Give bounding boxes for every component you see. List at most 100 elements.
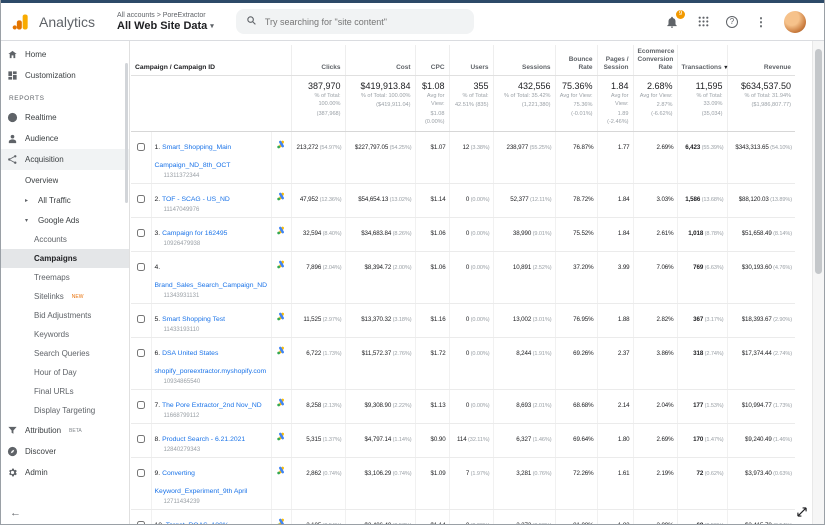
campaign-name-link[interactable]: Smart_Shopping_Main Campaign_ND_8th_OCT	[155, 144, 232, 169]
column-header-clicks[interactable]: Clicks	[290, 45, 346, 77]
campaign-name-link[interactable]: Campaign for 162495	[162, 230, 227, 237]
ad-platform-cell	[270, 131, 292, 184]
metric-cell: $54,654.13 (13.02%)	[344, 183, 416, 218]
sidebar-item-audience[interactable]: Audience	[1, 128, 129, 149]
metric-cell: $10,994.77 (1.73%)	[726, 389, 796, 424]
column-header-ecommerce-conversion-rate[interactable]: Ecommerce Conversion Rate	[632, 45, 678, 77]
metric-cell: 1.82	[596, 509, 634, 524]
metric-percent: (54.25%)	[388, 144, 412, 151]
ad-platform-cell	[270, 217, 292, 252]
sidebar-item-bid-adjustments[interactable]: Bid Adjustments	[1, 306, 129, 325]
row-checkbox[interactable]	[136, 194, 145, 203]
campaign-name-link[interactable]: Product Search - 6.21.2021	[162, 436, 245, 443]
row-checkbox[interactable]	[136, 314, 145, 323]
row-checkbox[interactable]	[136, 262, 145, 271]
sidebar-item-all-traffic[interactable]: ▸ All Traffic	[1, 190, 129, 210]
row-checkbox[interactable]	[136, 228, 145, 237]
row-checkbox-cell	[131, 303, 151, 338]
metric-cell: $13,370.32 (3.18%)	[344, 303, 416, 338]
sidebar-item-label: Discover	[25, 447, 57, 456]
metric-percent: (2.00%)	[391, 264, 412, 271]
column-header-bounce-rate[interactable]: Bounce Rate	[554, 45, 598, 77]
user-avatar[interactable]	[784, 10, 806, 33]
sidebar-item-treemaps[interactable]: Treemaps	[1, 268, 129, 287]
sidebar-item-hour-of-day[interactable]: Hour of Day	[1, 363, 129, 382]
campaign-name-link[interactable]: TOF - SCAG - US_ND	[162, 196, 230, 203]
sidebar-item-display-targeting[interactable]: Display Targeting	[1, 401, 129, 420]
metric-cell: 2,273 (0.53%)	[492, 509, 556, 524]
sidebar-item-attribution[interactable]: Attribution BETA	[1, 420, 129, 441]
sidebar-item-search-queries[interactable]: Search Queries	[1, 344, 129, 363]
metric-value: 3,281	[516, 469, 532, 477]
column-header-sessions[interactable]: Sessions	[492, 45, 556, 77]
column-header-cpc[interactable]: CPC	[414, 45, 450, 77]
column-header-pages-session[interactable]: Pages / Session	[596, 45, 634, 77]
sidebar-item-acquisition[interactable]: Acquisition	[1, 149, 129, 170]
metric-value: 8,244	[516, 349, 532, 357]
more-options-icon[interactable]: ⋮	[753, 14, 769, 30]
search-input[interactable]	[264, 16, 464, 27]
campaign-name-link[interactable]: Target_ROAS_180%	[166, 522, 229, 524]
sidebar-scrollbar[interactable]	[125, 63, 128, 203]
row-checkbox[interactable]	[136, 468, 145, 477]
sidebar-item-google-ads[interactable]: ▾ Google Ads	[1, 210, 129, 230]
column-header-transactions[interactable]: Transactions ▼	[676, 45, 729, 77]
row-checkbox[interactable]	[136, 434, 145, 443]
row-index: 7.	[154, 401, 162, 409]
sidebar-item-accounts[interactable]: Accounts	[1, 230, 129, 249]
scrollbar-thumb[interactable]	[815, 49, 822, 274]
sidebar-item-keywords[interactable]: Keywords	[1, 325, 129, 344]
metric-cell: 1,018 (8.78%)	[676, 217, 728, 252]
help-icon[interactable]: ?	[726, 15, 738, 28]
column-header-cost[interactable]: Cost	[344, 45, 416, 77]
column-header-row: Campaign / Campaign ID Clicks Cost CPC User…	[131, 45, 796, 77]
campaign-name-link[interactable]: The Pore Extractor_2nd Nov_ND	[162, 402, 262, 409]
row-checkbox[interactable]	[136, 520, 145, 524]
notifications-bell-icon[interactable]: 9	[664, 9, 685, 30]
metric-cell: 76.87%	[554, 131, 598, 184]
total-transactions: 11,595% of Total: 33.09% (35,034)	[676, 75, 728, 132]
metric-percent: (6.63%)	[703, 264, 724, 271]
collapse-sidebar-icon[interactable]: ←	[10, 507, 21, 519]
admin-icon	[7, 467, 19, 479]
metric-cell: $1.09	[414, 457, 450, 510]
metric-value: 3.99	[617, 263, 630, 271]
analytics-logo-icon[interactable]	[11, 12, 31, 32]
total-value: 355	[473, 81, 489, 92]
campaign-name-link[interactable]: Converting Keyword_Experiment_9th April	[155, 470, 248, 495]
table-row: 1. Smart_Shopping_Main Campaign_ND_8th_O…	[131, 131, 796, 184]
search-bar[interactable]	[235, 9, 474, 34]
sidebar-item-sitelinks[interactable]: Sitelinks NEW	[1, 287, 129, 306]
metric-cell: 0 (0.00%)	[448, 337, 494, 390]
metric-cell: 3.03%	[632, 183, 678, 218]
sidebar-item-customization[interactable]: Customization	[1, 65, 129, 86]
sidebar-item-label: Admin	[25, 468, 48, 477]
campaign-name-link[interactable]: Smart Shopping Test	[162, 316, 225, 323]
column-header-revenue[interactable]: Revenue	[726, 45, 796, 77]
property-selector[interactable]: All accounts > PoreExtractor All Web Sit…	[117, 11, 214, 32]
metric-percent: (2.90%)	[771, 316, 793, 323]
sidebar-item-discover[interactable]: Discover	[1, 441, 129, 462]
sidebar-item-final-urls[interactable]: Final URLs	[1, 382, 129, 401]
row-checkbox[interactable]	[136, 400, 145, 409]
dimension-header[interactable]: Campaign / Campaign ID	[131, 45, 292, 77]
metric-percent: (13.02%)	[388, 196, 412, 203]
metric-percent: (4.76%)	[771, 264, 793, 271]
row-checkbox[interactable]	[136, 348, 145, 357]
apps-grid-icon[interactable]	[695, 14, 711, 30]
sidebar-item-overview[interactable]: Overview	[1, 170, 129, 190]
sidebar-item-home[interactable]: Home	[1, 44, 129, 65]
metric-cell: 72.26%	[554, 457, 598, 510]
sidebar-item-campaigns[interactable]: Campaigns	[1, 249, 129, 268]
sidebar-item-admin[interactable]: Admin	[1, 462, 129, 483]
campaign-name-link[interactable]: DSA United States shopify_poreextractor.…	[155, 350, 267, 375]
campaign-name-link[interactable]: Brand_Sales_Search_Campaign_ND	[155, 282, 268, 289]
resize-handle-icon[interactable]	[795, 505, 809, 519]
column-header-users[interactable]: Users	[448, 45, 494, 77]
vertical-scrollbar[interactable]	[812, 41, 824, 524]
metric-value: $0.90	[430, 435, 446, 443]
total-subtext: Avg for View:	[639, 93, 673, 100]
metric-value: 318	[693, 349, 704, 357]
row-checkbox[interactable]	[136, 142, 145, 151]
sidebar-item-realtime[interactable]: Realtime	[1, 107, 129, 128]
